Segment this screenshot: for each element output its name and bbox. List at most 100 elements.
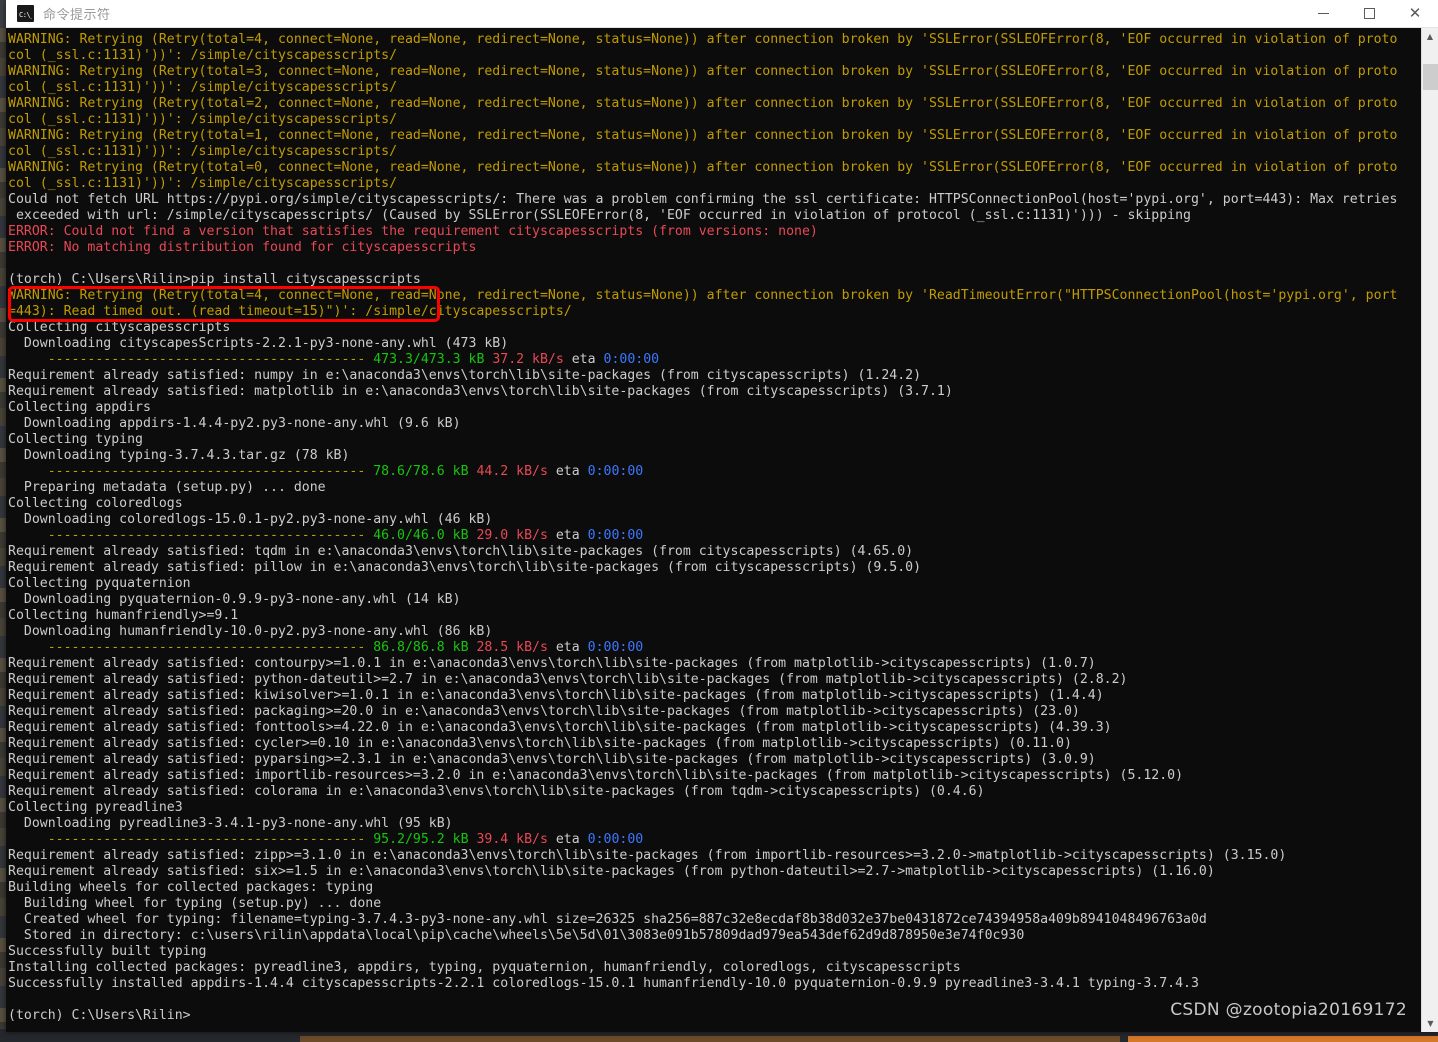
terminal-text-span: 37.2 kB/s bbox=[492, 352, 572, 367]
terminal-text-span bbox=[8, 640, 48, 655]
terminal-text-span: Requirement already satisfied: tqdm in e… bbox=[8, 544, 914, 559]
terminal-line: Collecting cityscapesscripts bbox=[8, 320, 1421, 336]
terminal-text-span: ---------------------------------------- bbox=[47, 352, 374, 367]
terminal-text-span: Downloading pyreadline3-3.4.1-py3-none-a… bbox=[8, 816, 453, 831]
maximize-button[interactable] bbox=[1346, 0, 1392, 27]
terminal-text-span: eta bbox=[555, 640, 588, 655]
terminal-line: WARNING: Retrying (Retry(total=1, connec… bbox=[8, 128, 1421, 144]
terminal-line: Downloading appdirs-1.4.4-py2.py3-none-a… bbox=[8, 416, 1421, 432]
terminal-text-span: eta bbox=[571, 352, 604, 367]
terminal-line: Requirement already satisfied: python-da… bbox=[8, 672, 1421, 688]
terminal-text-span: 29.0 kB/s bbox=[476, 528, 556, 543]
terminal-line: Collecting coloredlogs bbox=[8, 496, 1421, 512]
console-area: WARNING: Retrying (Retry(total=4, connec… bbox=[6, 28, 1438, 1032]
terminal-line: Requirement already satisfied: six>=1.5 … bbox=[8, 864, 1421, 880]
terminal-line: col (_ssl.c:1131)'))': /simple/cityscape… bbox=[8, 176, 1421, 192]
terminal-text-span: Requirement already satisfied: packaging… bbox=[8, 704, 1080, 719]
scrollbar-thumb[interactable] bbox=[1423, 64, 1438, 90]
terminal-line: Downloading typing-3.7.4.3.tar.gz (78 kB… bbox=[8, 448, 1421, 464]
terminal-line: Successfully installed appdirs-1.4.4 cit… bbox=[8, 976, 1421, 992]
terminal-line: Collecting humanfriendly>=9.1 bbox=[8, 608, 1421, 624]
terminal-text-span: Collecting coloredlogs bbox=[8, 496, 183, 511]
terminal-text-span: eta bbox=[555, 832, 588, 847]
terminal-line: Building wheels for collected packages: … bbox=[8, 880, 1421, 896]
terminal-line: col (_ssl.c:1131)'))': /simple/cityscape… bbox=[8, 48, 1421, 64]
terminal-text-span: 28.5 kB/s bbox=[476, 640, 556, 655]
terminal-text-span: Requirement already satisfied: contourpy… bbox=[8, 656, 1096, 671]
terminal-text-span: Requirement already satisfied: fonttools… bbox=[8, 720, 1112, 735]
terminal-text-span: Collecting humanfriendly>=9.1 bbox=[8, 608, 239, 623]
terminal-text-span: col (_ssl.c:1131)'))': /simple/cityscape… bbox=[8, 80, 398, 95]
terminal-line: Collecting pyquaternion bbox=[8, 576, 1421, 592]
scrollbar-down-arrow-icon[interactable]: ▼ bbox=[1422, 1015, 1438, 1032]
terminal-line: ----------------------------------------… bbox=[8, 832, 1421, 848]
terminal-line: Downloading pyquaternion-0.9.9-py3-none-… bbox=[8, 592, 1421, 608]
terminal-line: Downloading pyreadline3-3.4.1-py3-none-a… bbox=[8, 816, 1421, 832]
terminal-text-span: 46.0/46.0 kB bbox=[373, 528, 477, 543]
command-prompt-window[interactable]: 命令提示符 ✕ WARNING: Retrying (Retry(total=4… bbox=[6, 0, 1438, 1032]
terminal-line: Requirement already satisfied: tqdm in e… bbox=[8, 544, 1421, 560]
scrollbar-up-arrow-icon[interactable]: ▲ bbox=[1422, 28, 1438, 45]
terminal-text-span: Requirement already satisfied: six>=1.5 … bbox=[8, 864, 1215, 879]
terminal-text-span: col (_ssl.c:1131)'))': /simple/cityscape… bbox=[8, 112, 398, 127]
terminal-line: =443): Read timed out. (read timeout=15)… bbox=[8, 304, 1421, 320]
terminal-text-span: col (_ssl.c:1131)'))': /simple/cityscape… bbox=[8, 144, 398, 159]
terminal-text-span: Collecting cityscapesscripts bbox=[8, 320, 231, 335]
terminal-line: Created wheel for typing: filename=typin… bbox=[8, 912, 1421, 928]
terminal-text-span: 0:00:00 bbox=[587, 640, 644, 655]
terminal-line: col (_ssl.c:1131)'))': /simple/cityscape… bbox=[8, 144, 1421, 160]
terminal-text-span: Downloading cityscapesScripts-2.2.1-py3-… bbox=[8, 336, 509, 351]
terminal-text-span: 86.8/86.8 kB bbox=[373, 640, 477, 655]
terminal-line: Downloading cityscapesScripts-2.2.1-py3-… bbox=[8, 336, 1421, 352]
terminal-text-span: Collecting pyreadline3 bbox=[8, 800, 183, 815]
terminal-line: Requirement already satisfied: colorama … bbox=[8, 784, 1421, 800]
terminal-line: Requirement already satisfied: kiwisolve… bbox=[8, 688, 1421, 704]
terminal-line: Successfully built typing bbox=[8, 944, 1421, 960]
close-button[interactable]: ✕ bbox=[1392, 0, 1438, 27]
terminal-text-span: Requirement already satisfied: pillow in… bbox=[8, 560, 922, 575]
terminal-text-span bbox=[8, 352, 48, 367]
terminal-text-span: col (_ssl.c:1131)'))': /simple/cityscape… bbox=[8, 176, 398, 191]
maximize-icon bbox=[1363, 8, 1375, 19]
terminal-line: WARNING: Retrying (Retry(total=4, connec… bbox=[8, 288, 1421, 304]
terminal-text-span: col (_ssl.c:1131)'))': /simple/cityscape… bbox=[8, 48, 398, 63]
terminal-text-span: Collecting appdirs bbox=[8, 400, 151, 415]
terminal-line: Requirement already satisfied: importlib… bbox=[8, 768, 1421, 784]
terminal-line: Requirement already satisfied: packaging… bbox=[8, 704, 1421, 720]
terminal-text-span: Requirement already satisfied: zipp>=3.1… bbox=[8, 848, 1287, 863]
terminal-text-span bbox=[8, 832, 48, 847]
terminal-text-span: Requirement already satisfied: pyparsing… bbox=[8, 752, 1096, 767]
terminal-text-span: 0:00:00 bbox=[587, 464, 644, 479]
terminal-line: (torch) C:\Users\Rilin>pip install citys… bbox=[8, 272, 1421, 288]
terminal-line: Building wheel for typing (setup.py) ...… bbox=[8, 896, 1421, 912]
terminal-line: ----------------------------------------… bbox=[8, 464, 1421, 480]
terminal-text-span: 95.2/95.2 kB bbox=[373, 832, 477, 847]
terminal-line: ERROR: No matching distribution found fo… bbox=[8, 240, 1421, 256]
terminal-text-span: 78.6/78.6 kB bbox=[373, 464, 477, 479]
terminal-text-span: 39.4 kB/s bbox=[476, 832, 556, 847]
terminal-line: WARNING: Retrying (Retry(total=3, connec… bbox=[8, 64, 1421, 80]
terminal-text-span: Building wheels for collected packages: … bbox=[8, 880, 374, 895]
terminal-text-span: 0:00:00 bbox=[587, 832, 644, 847]
minimize-button[interactable] bbox=[1300, 0, 1346, 27]
terminal-text-span: Successfully built typing bbox=[8, 944, 207, 959]
terminal-text-span: Requirement already satisfied: kiwisolve… bbox=[8, 688, 1104, 703]
terminal-text-span: WARNING: Retrying (Retry(total=2, connec… bbox=[8, 96, 1398, 111]
csdn-watermark: CSDN @zootopia20169172 bbox=[1170, 1000, 1407, 1020]
vertical-scrollbar[interactable]: ▲ ▼ bbox=[1421, 28, 1438, 1032]
window-titlebar[interactable]: 命令提示符 ✕ bbox=[6, 0, 1438, 28]
terminal-text-span: Downloading appdirs-1.4.4-py2.py3-none-a… bbox=[8, 416, 461, 431]
terminal-output-pane[interactable]: WARNING: Retrying (Retry(total=4, connec… bbox=[6, 28, 1421, 1032]
taskbar-segment bbox=[300, 1036, 1120, 1042]
terminal-text-span: (torch) C:\Users\Rilin> bbox=[8, 1008, 191, 1023]
terminal-text-span: Requirement already satisfied: python-da… bbox=[8, 672, 1128, 687]
terminal-text-span: ERROR: Could not find a version that sat… bbox=[8, 224, 818, 239]
terminal-text-span: 44.2 kB/s bbox=[476, 464, 556, 479]
terminal-line: Requirement already satisfied: matplotli… bbox=[8, 384, 1421, 400]
window-title: 命令提示符 bbox=[43, 8, 111, 23]
terminal-line: WARNING: Retrying (Retry(total=0, connec… bbox=[8, 160, 1421, 176]
terminal-text-span: Requirement already satisfied: matplotli… bbox=[8, 384, 953, 399]
terminal-text-span: ---------------------------------------- bbox=[47, 640, 374, 655]
close-icon: ✕ bbox=[1408, 4, 1422, 22]
